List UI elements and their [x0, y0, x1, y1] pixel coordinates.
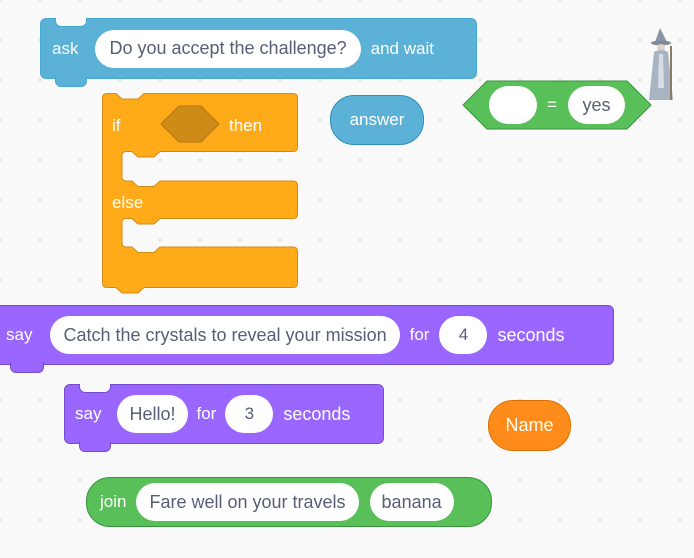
- join-operator-block[interactable]: join Fare well on your travels banana: [86, 477, 492, 527]
- say-keyword: say: [6, 325, 33, 344]
- answer-reporter[interactable]: answer: [330, 95, 424, 145]
- ask-and-wait-label: and wait: [370, 38, 434, 58]
- say-message-input[interactable]: Catch the crystals to reveal your missio…: [50, 316, 400, 354]
- join-keyword: join: [100, 492, 127, 511]
- equals-operator-label: =: [547, 95, 557, 114]
- say-message-input[interactable]: Hello!: [117, 395, 188, 433]
- ask-question-input[interactable]: Do you accept the challenge?: [95, 29, 361, 68]
- say-for-seconds-block[interactable]: say Catch the crystals to reveal your mi…: [0, 305, 614, 373]
- say-seconds-input[interactable]: 3: [225, 395, 274, 433]
- say-seconds-label: seconds: [497, 324, 565, 345]
- say-for-label: for: [409, 325, 430, 344]
- say-seconds-label: seconds: [283, 403, 351, 424]
- name-variable-reporter[interactable]: Name: [488, 400, 571, 451]
- say-seconds-input[interactable]: 4: [439, 316, 488, 354]
- then-label: then: [229, 116, 263, 135]
- say-for-label: for: [196, 404, 217, 423]
- empty-boolean-slot[interactable]: [160, 105, 220, 143]
- equals-left-input[interactable]: [489, 86, 537, 124]
- if-label: if: [112, 116, 121, 135]
- say-for-seconds-block-2[interactable]: say Hello! for 3 seconds: [64, 384, 384, 452]
- if-else-block[interactable]: if then else: [102, 93, 298, 297]
- join-first-input[interactable]: Fare well on your travels: [136, 483, 359, 521]
- else-label: else: [112, 193, 144, 212]
- equals-right-input[interactable]: yes: [568, 86, 625, 124]
- say-keyword: say: [75, 404, 102, 423]
- ask-keyword: ask: [52, 38, 79, 58]
- name-variable-label: Name: [505, 415, 554, 435]
- equals-operator-block[interactable]: = yes: [462, 80, 652, 130]
- answer-label: answer: [349, 110, 405, 129]
- ask-and-wait-block[interactable]: ask Do you accept the challenge? and wai…: [40, 18, 477, 87]
- join-second-input[interactable]: banana: [369, 483, 454, 521]
- wizard-sprite-icon[interactable]: [645, 28, 679, 102]
